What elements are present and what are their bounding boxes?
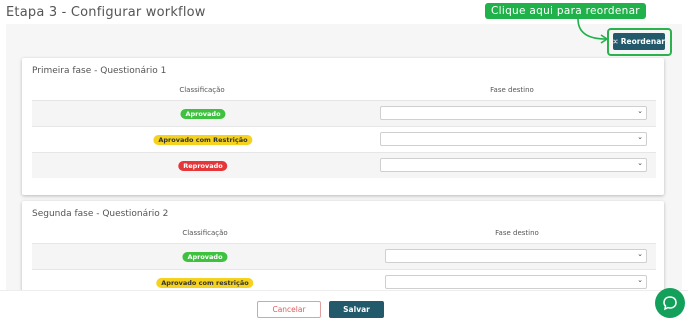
- chevron-down-icon: ⌄: [637, 250, 643, 258]
- destination-select[interactable]: ⌄: [385, 275, 647, 289]
- chat-bubble-icon: [663, 296, 677, 311]
- status-badge: Reprovado: [178, 161, 228, 171]
- cancel-button[interactable]: Cancelar: [257, 301, 321, 318]
- table-row: Aprovado com Restrição ⌄: [32, 126, 656, 152]
- column-header-classification: Classificação: [179, 86, 225, 94]
- phase-card-2: Segunda fase - Questionário 2 Classifica…: [22, 201, 664, 301]
- shuffle-icon: [613, 39, 618, 44]
- reorder-button-label: Reordenar: [620, 37, 665, 46]
- save-button[interactable]: Salvar: [329, 301, 384, 318]
- phase-title: Segunda fase - Questionário 2: [32, 209, 169, 219]
- destination-select[interactable]: ⌄: [385, 249, 647, 263]
- destination-select[interactable]: ⌄: [380, 158, 647, 172]
- status-badge: Aprovado: [182, 252, 228, 262]
- chevron-down-icon: ⌄: [637, 159, 643, 167]
- page-title: Etapa 3 - Configurar workflow: [6, 5, 206, 20]
- table-row: Reprovado ⌄: [32, 152, 656, 178]
- chevron-down-icon: ⌄: [637, 133, 643, 141]
- hint-arrow-icon: [577, 18, 609, 44]
- status-badge: Aprovado com restrição: [156, 278, 254, 288]
- reorder-button[interactable]: Reordenar: [613, 33, 665, 50]
- destination-select[interactable]: ⌄: [380, 132, 647, 146]
- table-row: Aprovado ⌄: [32, 100, 656, 126]
- column-header-destination: Fase destino: [490, 86, 534, 94]
- chevron-down-icon: ⌄: [637, 276, 643, 284]
- column-header-classification: Classificação: [182, 229, 228, 237]
- chat-button[interactable]: [655, 288, 685, 318]
- destination-select[interactable]: ⌄: [380, 106, 647, 120]
- status-badge: Aprovado: [180, 109, 226, 119]
- chevron-down-icon: ⌄: [637, 107, 643, 115]
- phase-title: Primeira fase - Questionário 1: [32, 66, 167, 76]
- table-row: Aprovado ⌄: [32, 243, 656, 269]
- reorder-hint: Clique aqui para reordenar: [485, 3, 646, 19]
- status-badge: Aprovado com Restrição: [153, 135, 253, 145]
- column-header-destination: Fase destino: [495, 229, 539, 237]
- phase-card-1: Primeira fase - Questionário 1 Classific…: [22, 58, 664, 195]
